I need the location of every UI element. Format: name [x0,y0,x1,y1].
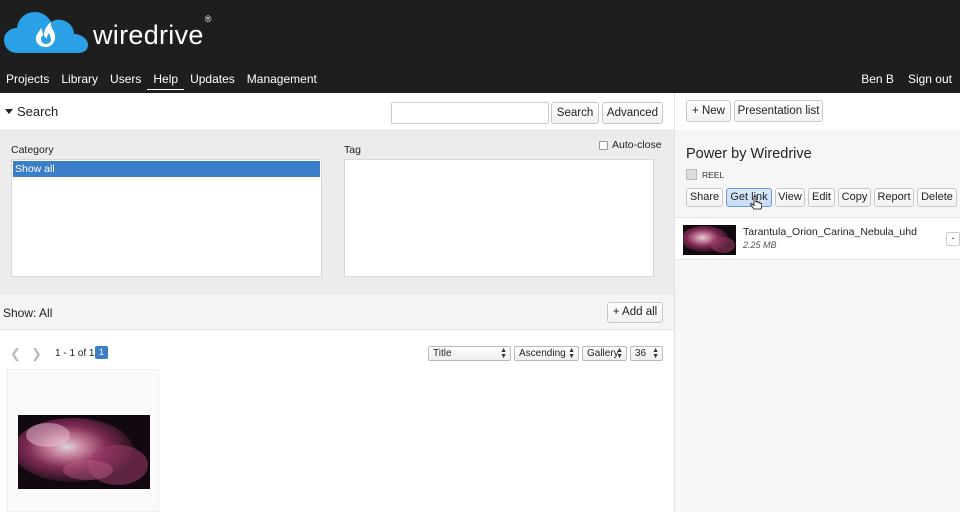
auto-close-checkbox[interactable] [599,140,608,150]
main-nav: Projects Library Users Help Updates Mana… [0,70,323,90]
share-button[interactable]: Share [686,188,723,207]
page-number-badge[interactable]: 1 [95,346,108,359]
edit-button[interactable]: Edit [808,188,835,207]
auto-close-label: Auto-close [612,139,662,151]
tag-label: Tag [344,144,361,156]
select-arrows-icon: ▲ ▼ [500,347,507,360]
category-label: Category [11,144,54,156]
copy-button[interactable]: Copy [838,188,871,207]
reel-icon [686,169,697,180]
select-arrows-icon: ▲ ▼ [652,347,659,360]
advanced-search-button[interactable]: Advanced [602,102,663,124]
nav-users[interactable]: Users [104,70,147,90]
sort-order-select[interactable]: Ascending ▲ ▼ [514,346,579,361]
view-button[interactable]: View [775,188,805,207]
sort-field-select[interactable]: Title ▲ ▼ [428,346,511,361]
sign-out-link[interactable]: Sign out [894,70,952,88]
search-toggle-label: Search [17,104,59,119]
delete-button[interactable]: Delete [917,188,957,207]
select-arrows-icon: ▲ ▼ [616,347,623,360]
presentation-panel: + New Presentation list Power by Wiredri… [674,93,960,512]
search-toggle[interactable]: Search [5,104,58,119]
presentation-toolbar: + New Presentation list [675,93,960,130]
item-name[interactable]: Tarantula_Orion_Carina_Nebula_uhd [743,226,917,238]
wiredrive-cloud-logo-icon[interactable] [4,7,88,55]
caret-down-icon [5,109,13,114]
nav-help[interactable]: Help [147,70,185,90]
remove-item-button[interactable]: - [946,232,960,246]
gallery-tile[interactable] [7,369,159,512]
get-link-button[interactable]: Get link [726,188,772,207]
hand-cursor-icon [750,196,762,210]
presentation-title: Power by Wiredrive [686,146,812,162]
search-button[interactable]: Search [551,102,599,124]
user-name-link[interactable]: Ben B [847,70,894,88]
nav-projects[interactable]: Projects [0,70,55,90]
presentation-list-button[interactable]: Presentation list [734,100,823,122]
search-bar: Search Search Advanced [0,93,674,130]
report-button[interactable]: Report [874,188,914,207]
new-presentation-button[interactable]: + New [686,100,731,122]
tag-listbox[interactable] [344,159,654,277]
pagination-bar: ❮ ❯ 1 - 1 of 1 1 Title ▲ ▼ Ascending ▲ ▼ Gal… [0,341,674,365]
results-header: Show: All + Add all [0,293,674,330]
presentation-type: REEL [686,169,724,180]
nav-management[interactable]: Management [241,70,323,90]
view-mode-select[interactable]: Gallery ▲ ▼ [582,346,627,361]
per-page-select[interactable]: 36 ▲ ▼ [630,346,663,361]
nav-library[interactable]: Library [55,70,104,90]
presentation-item[interactable]: Tarantula_Orion_Carina_Nebula_uhd 2.25 M… [675,217,960,260]
nav-updates[interactable]: Updates [184,70,241,90]
prev-page-icon[interactable]: ❮ [10,346,21,362]
select-arrows-icon: ▲ ▼ [568,347,575,360]
result-range: 1 - 1 of 1 [55,348,95,359]
add-all-button[interactable]: + Add all [607,302,663,323]
show-filter-label: Show: All [3,306,53,320]
presentation-type-label: REEL [702,169,725,180]
auto-close-toggle[interactable]: Auto-close [599,139,662,151]
filter-panel: Category Show all Tag Auto-close [0,130,674,293]
category-listbox[interactable]: Show all [11,159,322,277]
library-panel: Search Search Advanced Category Show all… [0,93,674,512]
brand-name: wiredrive® [93,14,212,50]
next-page-icon[interactable]: ❯ [31,346,42,362]
item-thumbnail[interactable] [683,225,736,255]
user-nav: Ben B Sign out [847,70,952,88]
category-option-show-all[interactable]: Show all [13,161,320,177]
item-size: 2.25 MB [743,240,777,250]
search-input[interactable] [391,102,549,124]
top-bar: wiredrive® Projects Library Users Help U… [0,0,960,93]
nebula-thumbnail[interactable] [18,415,150,489]
